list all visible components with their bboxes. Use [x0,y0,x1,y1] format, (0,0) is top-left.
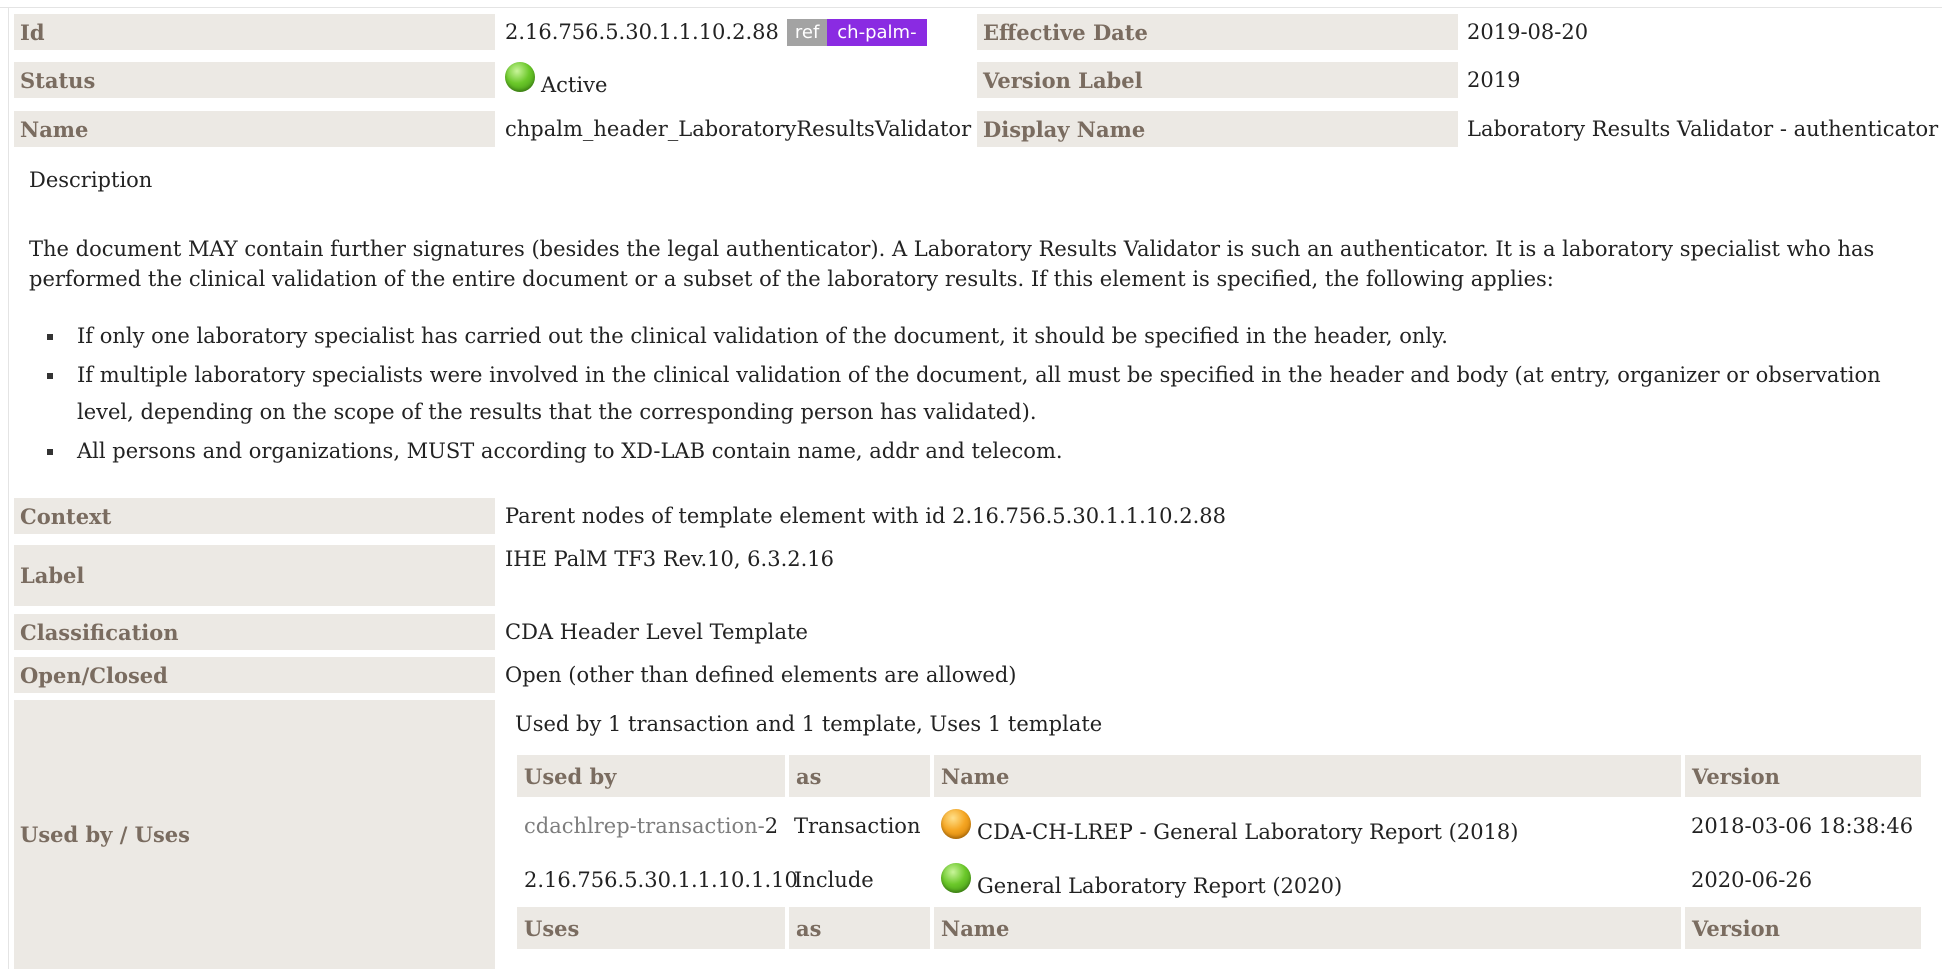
top-border [0,7,1942,8]
label-label: Label [14,545,495,606]
uses-header: Uses [517,907,785,949]
green-status-dot-icon [941,863,971,893]
effective-date-value: 2019-08-20 [1467,20,1589,44]
description-bullet-list: If only one laboratory specialist has ca… [29,318,1909,472]
used-by-ref-prefix[interactable]: 2.16.756.5.30.1.1.10.1.10 [524,868,798,892]
classification-value: CDA Header Level Template [505,620,808,644]
used-by-header: Used by [517,755,785,797]
used-by-version: 2020-06-26 [1691,868,1813,892]
used-by-ref-suffix[interactable]: 2 [765,814,778,838]
used-by-name-cell[interactable]: General Laboratory Report (2020) [941,862,1342,902]
id-label: Id [14,14,495,50]
list-item: If multiple laboratory specialists were … [29,357,1909,431]
used-by-name-cell[interactable]: CDA-CH-LREP - General Laboratory Report … [941,808,1519,848]
status-label: Status [14,62,495,98]
status-value: Active [541,73,608,97]
orange-status-dot-icon [941,809,971,839]
display-name-value: Laboratory Results Validator - authentic… [1467,117,1939,141]
list-item: If only one laboratory specialist has ca… [29,318,1909,355]
classification-label: Classification [14,614,495,650]
uses-as-header: as [789,907,930,949]
id-value: 2.16.756.5.30.1.1.10.2.88 [505,20,779,44]
display-name-label: Display Name [977,111,1458,147]
as-header: as [789,755,930,797]
status-value-cell: Active [505,62,607,100]
prefix-tag: ch-palm- [827,18,927,46]
used-as-value: Transaction [794,814,921,838]
description-title: Description [29,168,153,192]
uses-name-header: Name [934,907,1681,949]
used-by-uses-label: Used by / Uses [14,700,495,969]
name-header: Name [934,755,1681,797]
uses-version-header: Version [1685,907,1921,949]
left-border [8,7,9,969]
open-closed-label: Open/Closed [14,657,495,693]
ref-tag: ref [786,18,828,46]
used-by-ref-prefix[interactable]: cdachlrep-transaction- [524,814,765,838]
list-item: All persons and organizations, MUST acco… [29,433,1909,470]
description-paragraph: The document MAY contain further signatu… [29,237,1875,291]
id-value-cell: 2.16.756.5.30.1.1.10.2.88 ref ch-palm- [505,14,927,50]
context-value: Parent nodes of template element with id… [505,504,1226,528]
name-label: Name [14,111,495,147]
context-label: Context [14,498,495,534]
used-by-ref-link[interactable]: cdachlrep-transaction- 2 [524,808,778,844]
used-by-ref-link[interactable]: 2.16.756.5.30.1.1.10.1.10 [524,862,798,898]
open-closed-value: Open (other than defined elements are al… [505,663,1017,687]
usage-caption: Used by 1 transaction and 1 template, Us… [515,712,1103,736]
used-as-value: Include [794,868,874,892]
version-label-label: Version Label [977,62,1458,98]
version-header: Version [1685,755,1921,797]
label-value: IHE PalM TF3 Rev.10, 6.3.2.16 [505,547,835,571]
used-by-name[interactable]: General Laboratory Report (2020) [977,874,1342,898]
effective-date-label: Effective Date [977,14,1458,50]
version-label-value: 2019 [1467,68,1521,92]
used-by-version: 2018-03-06 18:38:46 [1691,814,1914,838]
used-by-name[interactable]: CDA-CH-LREP - General Laboratory Report … [977,820,1519,844]
name-value: chpalm_header_LaboratoryResultsValidator [505,117,972,141]
green-status-dot-icon [505,62,535,92]
